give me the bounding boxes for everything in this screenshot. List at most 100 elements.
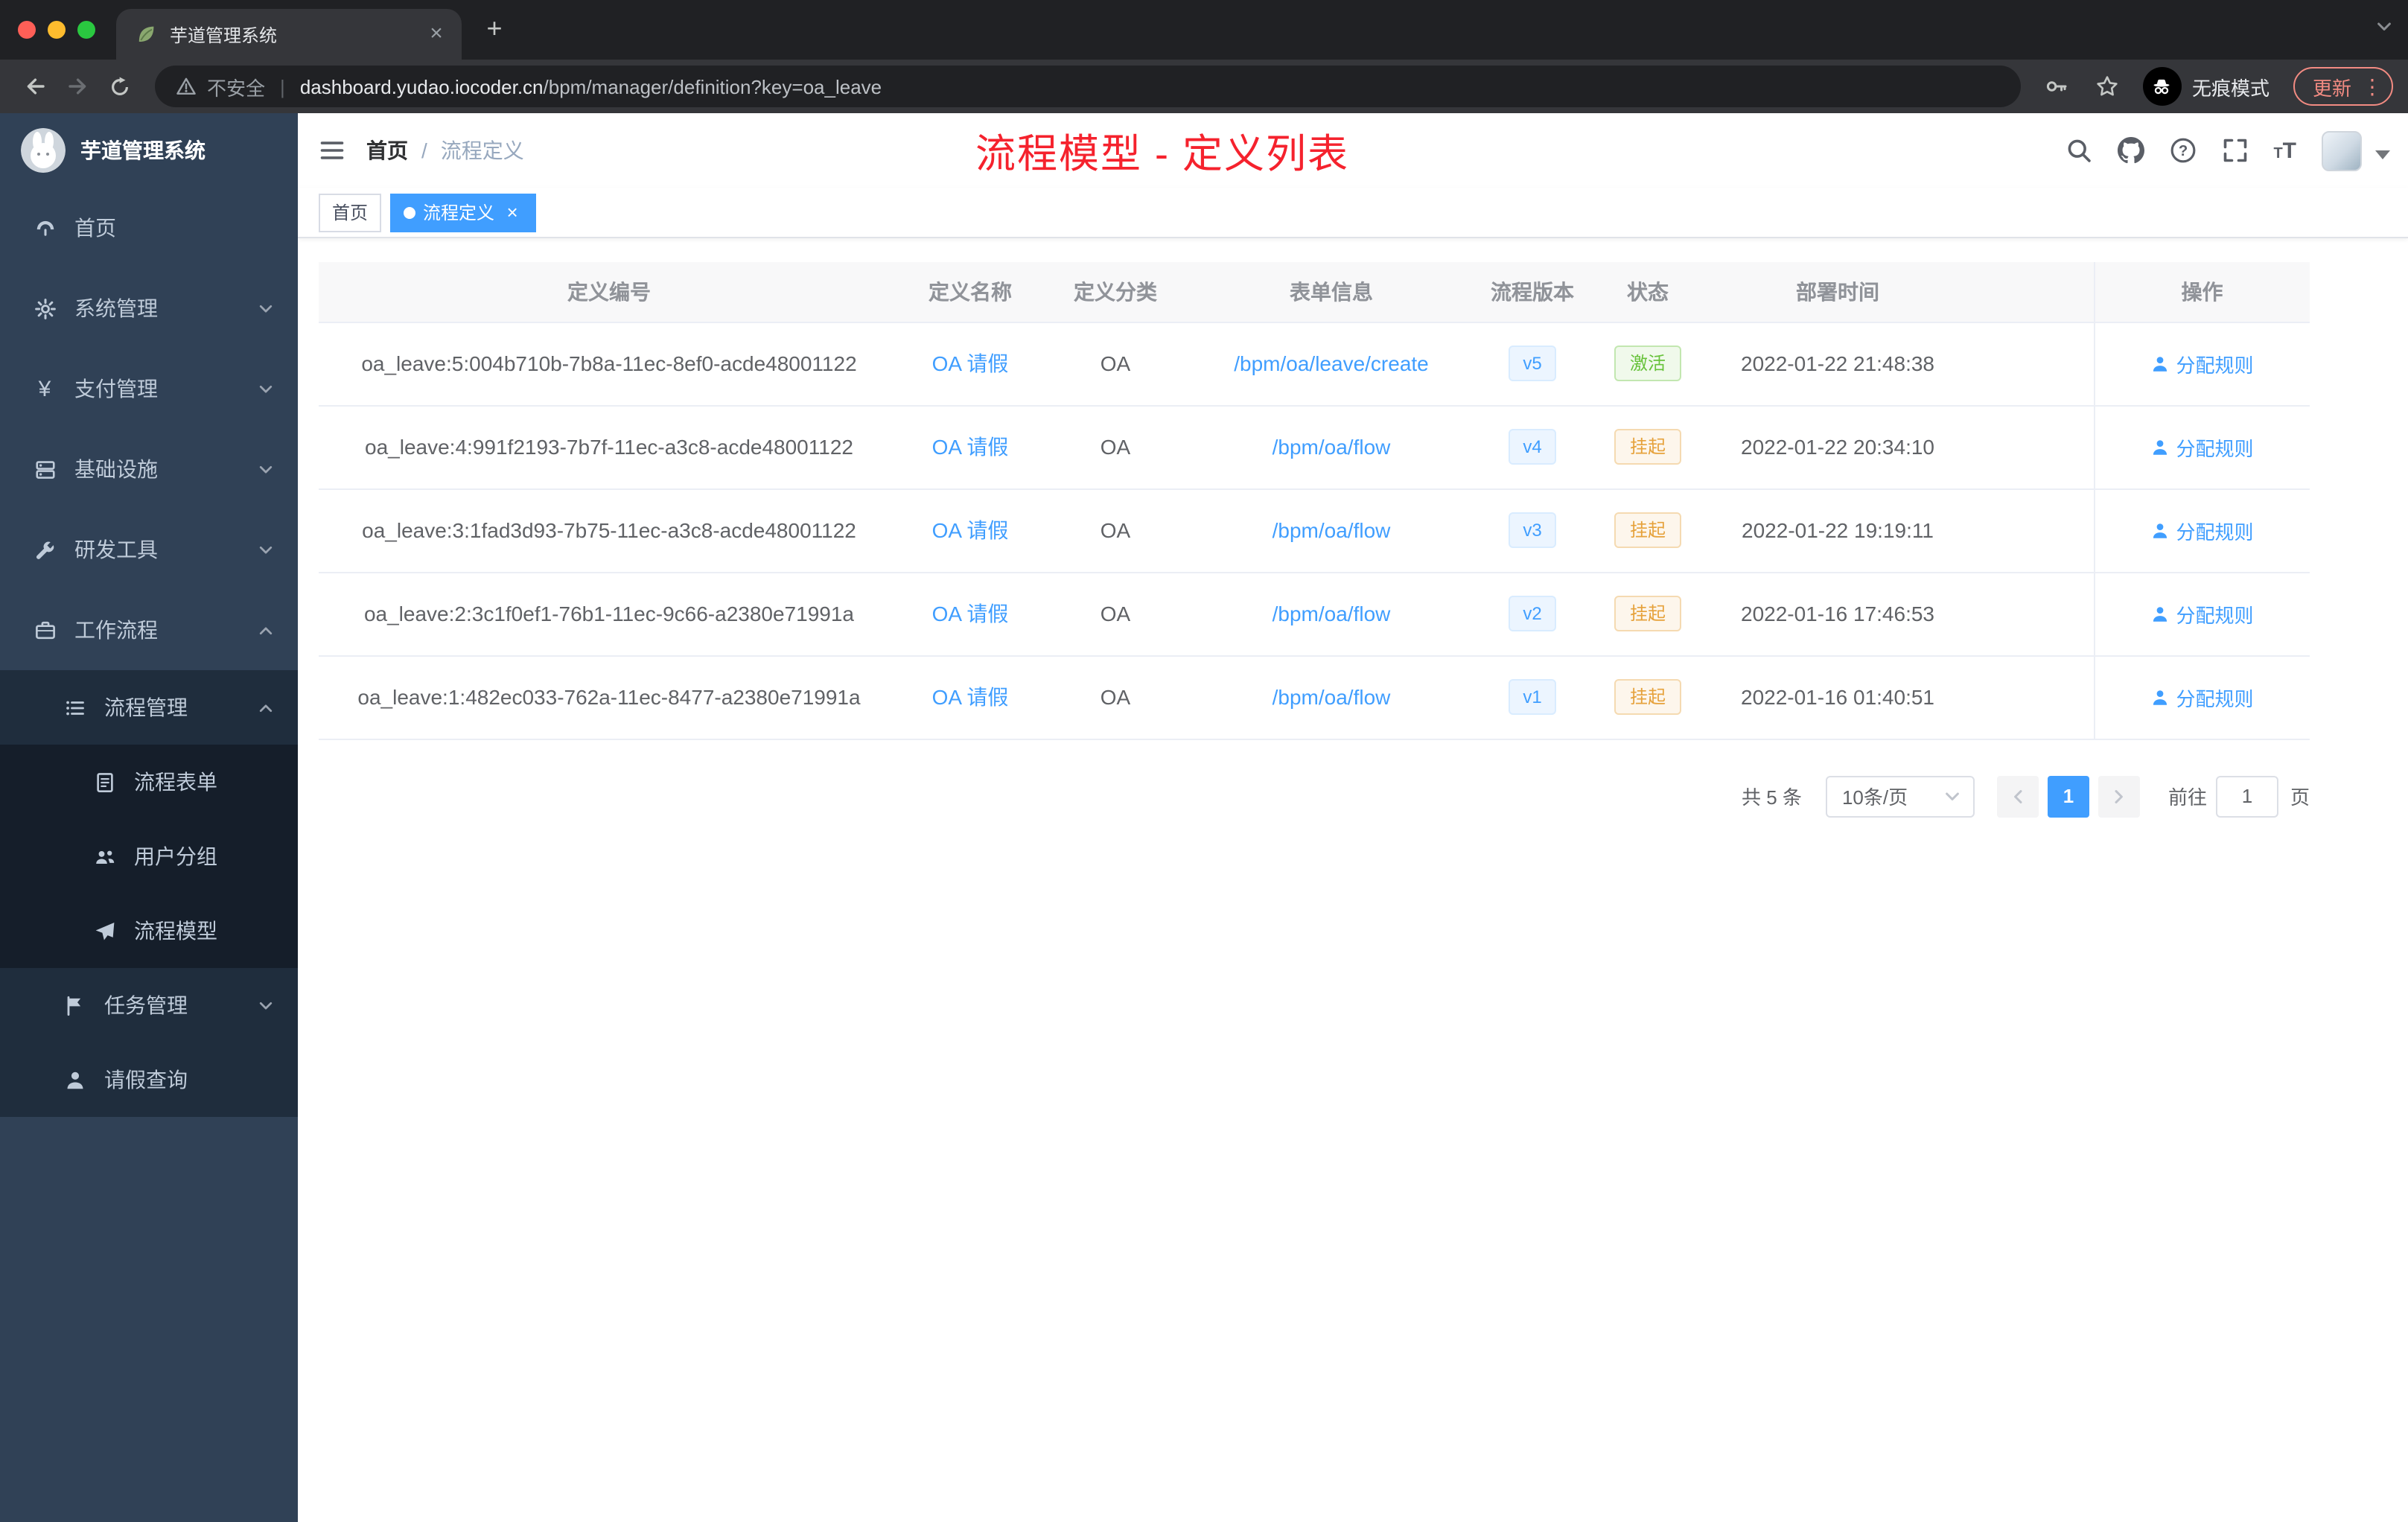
- star-bookmark-icon[interactable]: [2086, 66, 2128, 107]
- close-window-button[interactable]: [18, 21, 36, 39]
- refresh-button[interactable]: [98, 66, 140, 107]
- caret-down-icon[interactable]: [2375, 150, 2390, 159]
- chevron-down-icon: [258, 300, 274, 316]
- maximize-window-button[interactable]: [77, 21, 95, 39]
- form-link[interactable]: /bpm/oa/leave/create: [1234, 351, 1429, 375]
- browser-tab[interactable]: 芋道管理系统 ×: [116, 9, 462, 60]
- new-tab-button[interactable]: +: [474, 9, 515, 51]
- sidebar-item-label: 任务管理: [104, 993, 188, 1017]
- sidebar-item-user-group[interactable]: 用户分组: [0, 819, 298, 894]
- app-title: 芋道管理系统: [80, 138, 206, 162]
- deploy-time: 2022-01-22 21:48:38: [1704, 322, 1972, 406]
- form-link[interactable]: /bpm/oa/flow: [1273, 602, 1391, 625]
- form-link[interactable]: /bpm/oa/flow: [1273, 685, 1391, 709]
- definition-category: OA: [1041, 405, 1190, 489]
- assign-rule-link[interactable]: 分配规则: [2150, 433, 2254, 461]
- sidebar-item-process-management[interactable]: 流程管理: [0, 670, 298, 745]
- sidebar-item-dev-tools[interactable]: 研发工具: [0, 509, 298, 590]
- definition-category: OA: [1041, 572, 1190, 656]
- incognito-indicator[interactable]: 无痕模式: [2142, 67, 2270, 106]
- sidebar-item-process-model[interactable]: 流程模型: [0, 894, 298, 968]
- page-number-button[interactable]: 1: [2047, 775, 2089, 817]
- page-size-select[interactable]: 10条/页: [1825, 775, 1975, 817]
- kebab-menu-icon[interactable]: ⋮: [2362, 76, 2383, 97]
- user-icon: [2150, 354, 2170, 373]
- sidebar-item-workflow[interactable]: 工作流程: [0, 590, 298, 670]
- sidebar-item-label: 支付管理: [74, 377, 158, 401]
- assign-rule-link[interactable]: 分配规则: [2150, 516, 2254, 544]
- security-label[interactable]: 不安全: [207, 72, 265, 101]
- chevron-down-icon: [258, 541, 274, 558]
- tab-search-chevron-icon[interactable]: [2375, 18, 2393, 36]
- url-path: /bpm/manager/definition?key=oa_leave: [543, 75, 882, 98]
- tag-home[interactable]: 首页: [319, 193, 382, 232]
- form-link[interactable]: /bpm/oa/flow: [1273, 518, 1391, 542]
- hamburger-icon[interactable]: [298, 113, 366, 188]
- status-tag: 挂起: [1614, 512, 1681, 548]
- fullscreen-icon[interactable]: [2221, 137, 2248, 164]
- question-icon[interactable]: [2169, 137, 2196, 164]
- url-divider: |: [280, 75, 285, 98]
- key-icon[interactable]: [2036, 66, 2077, 107]
- search-icon[interactable]: [2065, 137, 2092, 164]
- definition-name-link[interactable]: OA 请假: [932, 351, 1009, 375]
- list-icon: [63, 695, 86, 719]
- sidebar-item-payment[interactable]: ¥ 支付管理: [0, 348, 298, 429]
- tab-close-icon[interactable]: ×: [423, 21, 450, 48]
- col-status: 状态: [1592, 262, 1704, 322]
- app-frame: 芋道管理系统 首页 系统管理 ¥ 支付管理 基础设施 研发工具 工作流程 流程管…: [0, 113, 2408, 1522]
- sidebar-item-infrastructure[interactable]: 基础设施: [0, 429, 298, 509]
- minimize-window-button[interactable]: [48, 21, 66, 39]
- definition-name-link[interactable]: OA 请假: [932, 685, 1009, 709]
- chrome-update-button[interactable]: 更新 ⋮: [2293, 67, 2393, 106]
- deploy-time: 2022-01-16 01:40:51: [1704, 655, 1972, 739]
- tag-close-icon[interactable]: ×: [502, 202, 523, 223]
- user-avatar[interactable]: [2322, 130, 2362, 171]
- sidebar-item-leave-query[interactable]: 请假查询: [0, 1042, 298, 1117]
- font-size-icon[interactable]: TT: [2273, 139, 2296, 162]
- assign-rule-link[interactable]: 分配规则: [2150, 349, 2254, 378]
- assign-rule-link[interactable]: 分配规则: [2150, 683, 2254, 711]
- back-button[interactable]: [15, 66, 57, 107]
- sidebar-item-process-form[interactable]: 流程表单: [0, 745, 298, 819]
- assign-rule-link[interactable]: 分配规则: [2150, 599, 2254, 628]
- sidebar-logo[interactable]: 芋道管理系统: [0, 113, 298, 188]
- breadcrumb-home[interactable]: 首页: [366, 136, 408, 165]
- github-icon[interactable]: [2117, 137, 2144, 164]
- sidebar-item-label: 流程管理: [104, 695, 188, 719]
- col-deploy-time: 部署时间: [1704, 262, 1972, 322]
- version-tag: v3: [1508, 512, 1557, 548]
- person-icon: [63, 1068, 86, 1092]
- col-form-info: 表单信息: [1190, 262, 1473, 322]
- logo-avatar: [21, 128, 66, 173]
- col-spacer: [1972, 262, 2094, 322]
- page-content: 定义编号 定义名称 定义分类 表单信息 流程版本 状态 部署时间 操作 oa_l…: [298, 238, 2408, 1522]
- sidebar-item-system[interactable]: 系统管理: [0, 268, 298, 348]
- form-link[interactable]: /bpm/oa/flow: [1273, 435, 1391, 459]
- prev-page-button[interactable]: [1996, 775, 2039, 817]
- definition-name-link[interactable]: OA 请假: [932, 518, 1009, 542]
- table-header-row: 定义编号 定义名称 定义分类 表单信息 流程版本 状态 部署时间 操作: [319, 262, 2310, 322]
- navbar-actions: TT: [2065, 130, 2390, 171]
- col-definition-category: 定义分类: [1041, 262, 1190, 322]
- definition-name-link[interactable]: OA 请假: [932, 435, 1009, 459]
- definition-category: OA: [1041, 488, 1190, 573]
- sidebar-item-label: 流程模型: [134, 919, 217, 943]
- sidebar-item-task-management[interactable]: 任务管理: [0, 968, 298, 1042]
- goto-page-input[interactable]: [2215, 775, 2278, 817]
- breadcrumb: 首页 / 流程定义: [366, 136, 524, 165]
- chevron-down-icon: [1943, 787, 1961, 805]
- warning-icon: [176, 76, 197, 97]
- next-page-button[interactable]: [2098, 775, 2140, 817]
- address-bar[interactable]: 不安全 | dashboard.yudao.iocoder.cn/bpm/man…: [155, 66, 2021, 107]
- tag-process-definition[interactable]: 流程定义 ×: [390, 193, 537, 232]
- sidebar-item-home[interactable]: 首页: [0, 188, 298, 268]
- definition-name-link[interactable]: OA 请假: [932, 602, 1009, 625]
- status-tag: 挂起: [1614, 429, 1681, 465]
- user-icon: [2150, 520, 2170, 540]
- flag-icon: [63, 993, 86, 1017]
- chevron-left-icon: [2009, 787, 2027, 805]
- forward-button[interactable]: [57, 66, 98, 107]
- sidebar-item-label: 基础设施: [74, 457, 158, 481]
- briefcase-icon: [33, 618, 57, 642]
